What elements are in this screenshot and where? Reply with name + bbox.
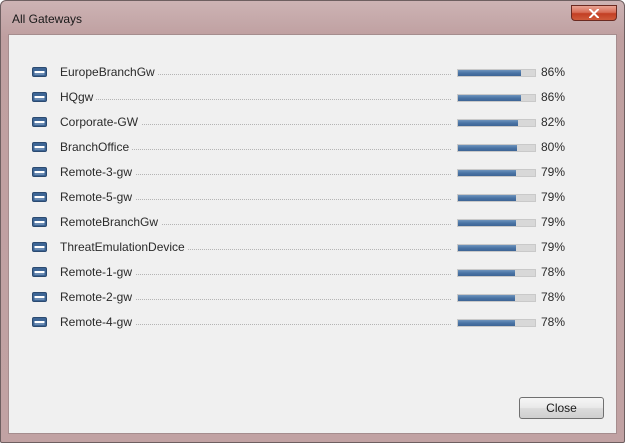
- usage-percent: 79%: [541, 215, 566, 229]
- gateway-device-icon: [32, 117, 47, 127]
- gateway-name: ThreatEmulationDevice: [60, 240, 188, 254]
- gateway-row[interactable]: EuropeBranchGw 86%: [9, 63, 616, 83]
- usage-bar-fill: [458, 245, 516, 251]
- gateway-row[interactable]: Remote-3-gw 79%: [9, 163, 616, 183]
- all-gateways-window: All Gateways EuropeBranchGw 86% HQgw 86%…: [0, 0, 625, 443]
- usage-bar-fill: [458, 95, 521, 101]
- usage-bar: [457, 69, 536, 77]
- gateway-row[interactable]: Remote-1-gw 78%: [9, 263, 616, 283]
- gateway-device-icon: [32, 167, 47, 177]
- dotted-leader: [60, 99, 451, 100]
- usage-bar-fill: [458, 195, 516, 201]
- gateway-name: Remote-3-gw: [60, 165, 136, 179]
- usage-bar-fill: [458, 170, 516, 176]
- window-title: All Gateways: [12, 12, 83, 26]
- gateway-device-icon: [32, 292, 47, 302]
- gateway-row[interactable]: Remote-2-gw 78%: [9, 288, 616, 308]
- gateway-name: Remote-2-gw: [60, 290, 136, 304]
- gateway-row[interactable]: Corporate-GW 82%: [9, 113, 616, 133]
- usage-percent: 78%: [541, 315, 566, 329]
- usage-percent: 78%: [541, 265, 566, 279]
- gateway-name: Remote-1-gw: [60, 265, 136, 279]
- usage-bar: [457, 319, 536, 327]
- usage-bar: [457, 94, 536, 102]
- gateway-name: BranchOffice: [60, 140, 133, 154]
- usage-percent: 79%: [541, 190, 566, 204]
- usage-bar-fill: [458, 120, 518, 126]
- dialog-body: EuropeBranchGw 86% HQgw 86% Corporate-GW…: [8, 34, 617, 434]
- gateway-device-icon: [32, 317, 47, 327]
- gateway-row[interactable]: Remote-4-gw 78%: [9, 313, 616, 333]
- usage-bar: [457, 244, 536, 252]
- usage-bar-fill: [458, 320, 515, 326]
- gateway-name: RemoteBranchGw: [60, 215, 162, 229]
- usage-percent: 82%: [541, 115, 566, 129]
- close-button[interactable]: Close: [519, 397, 604, 419]
- usage-bar-fill: [458, 70, 521, 76]
- usage-percent: 78%: [541, 290, 566, 304]
- usage-bar: [457, 119, 536, 127]
- gateway-device-icon: [32, 192, 47, 202]
- usage-percent: 79%: [541, 240, 566, 254]
- gateway-device-icon: [32, 92, 47, 102]
- usage-bar-fill: [458, 220, 516, 226]
- usage-bar-fill: [458, 145, 517, 151]
- usage-bar: [457, 194, 536, 202]
- gateway-row[interactable]: Remote-5-gw 79%: [9, 188, 616, 208]
- usage-percent: 86%: [541, 65, 566, 79]
- usage-percent: 79%: [541, 165, 566, 179]
- gateway-row[interactable]: HQgw 86%: [9, 88, 616, 108]
- gateway-device-icon: [32, 242, 47, 252]
- window-close-button[interactable]: [571, 5, 617, 21]
- gateway-name: Corporate-GW: [60, 115, 142, 129]
- gateway-name: EuropeBranchGw: [60, 65, 158, 79]
- usage-bar: [457, 144, 536, 152]
- usage-bar: [457, 219, 536, 227]
- usage-bar-fill: [458, 295, 515, 301]
- gateway-row[interactable]: ThreatEmulationDevice 79%: [9, 238, 616, 258]
- gateway-row[interactable]: BranchOffice 80%: [9, 138, 616, 158]
- gateway-name: Remote-5-gw: [60, 190, 136, 204]
- usage-bar: [457, 169, 536, 177]
- close-icon: [589, 8, 599, 18]
- gateway-row[interactable]: RemoteBranchGw 79%: [9, 213, 616, 233]
- usage-bar: [457, 294, 536, 302]
- usage-bar-fill: [458, 270, 515, 276]
- usage-percent: 80%: [541, 140, 566, 154]
- usage-bar: [457, 269, 536, 277]
- gateway-name: Remote-4-gw: [60, 315, 136, 329]
- gateway-device-icon: [32, 217, 47, 227]
- gateway-device-icon: [32, 67, 47, 77]
- usage-percent: 86%: [541, 90, 566, 104]
- gateway-device-icon: [32, 142, 47, 152]
- gateway-name: HQgw: [60, 90, 97, 104]
- gateway-device-icon: [32, 267, 47, 277]
- title-bar[interactable]: All Gateways: [1, 1, 624, 35]
